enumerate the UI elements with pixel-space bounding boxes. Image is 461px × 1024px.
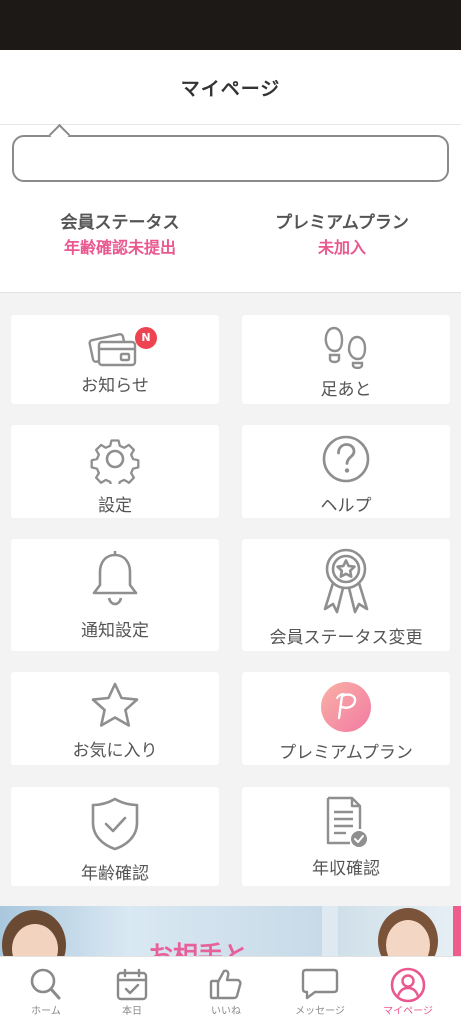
gear-icon — [90, 439, 140, 484]
tab-likes-label: いいね — [211, 1006, 241, 1017]
member-status-label: 会員ステータス — [60, 213, 180, 233]
tab-today[interactable]: 本日 — [86, 957, 178, 1024]
cards-icon — [88, 333, 137, 367]
menu-notification-settings[interactable]: 通知設定 — [11, 539, 219, 651]
menu-notices[interactable]: N お知らせ — [11, 315, 219, 404]
menu-member-status-change[interactable]: 会員ステータス変更 — [242, 539, 450, 651]
profile-section: 会員ステータス 年齢確認未提出 プレミアムプラン 未加入 — [0, 123, 461, 293]
member-status[interactable]: 会員ステータス 年齢確認未提出 — [10, 208, 230, 258]
question-icon — [322, 435, 370, 483]
menu-age-verification-label: 年齢確認 — [81, 864, 149, 884]
menu-member-status-change-label: 会員ステータス変更 — [269, 628, 423, 648]
premium-p-icon — [321, 682, 371, 732]
bubble-tail — [48, 123, 71, 146]
menu-favorites-label: お気に入り — [72, 741, 158, 761]
chat-bubble-icon — [301, 968, 339, 1000]
award-ribbon-icon — [323, 548, 369, 614]
banner-side-image[interactable] — [338, 906, 461, 956]
menu-help-label: ヘルプ — [320, 496, 372, 516]
menu-settings-label: 設定 — [98, 496, 132, 516]
menu-notification-settings-label: 通知設定 — [81, 621, 149, 641]
premium-status[interactable]: プレミアムプラン 未加入 — [232, 208, 452, 258]
footprints-icon — [324, 326, 367, 369]
banner-edge — [453, 906, 461, 956]
menu-income-verification-label: 年収確認 — [312, 859, 380, 879]
thumbs-up-icon — [209, 969, 242, 1000]
premium-status-label: プレミアムプラン — [275, 213, 409, 233]
bell-icon — [92, 551, 138, 606]
tab-mypage[interactable]: マイページ — [362, 957, 454, 1024]
premium-status-value: 未加入 — [317, 238, 366, 257]
banner-text: お相手と — [148, 941, 249, 956]
shield-check-icon — [91, 797, 139, 851]
calendar-icon — [116, 968, 148, 1001]
page-title: マイページ — [180, 77, 281, 100]
menu-settings[interactable]: 設定 — [11, 425, 219, 518]
menu-income-verification[interactable]: 年収確認 — [242, 787, 450, 886]
menu-help[interactable]: ヘルプ — [242, 425, 450, 518]
new-badge: N — [135, 327, 157, 349]
menu-premium-plan-label: プレミアムプラン — [279, 743, 413, 763]
tab-home-label: ホーム — [31, 1006, 61, 1017]
menu-age-verification[interactable]: 年齢確認 — [11, 787, 219, 886]
page-header: マイページ — [0, 50, 461, 125]
tab-today-label: 本日 — [122, 1006, 142, 1017]
banner-main-image[interactable]: お相手と — [0, 906, 322, 956]
menu-favorites[interactable]: お気に入り — [11, 672, 219, 765]
tab-messages[interactable]: メッセージ — [274, 957, 366, 1024]
menu-footprints-label: 足あと — [320, 380, 372, 400]
profile-icon — [390, 967, 426, 1003]
search-icon — [30, 968, 61, 1000]
member-status-value: 年齢確認未提出 — [63, 238, 176, 257]
document-check-icon — [326, 796, 367, 847]
tab-likes[interactable]: いいね — [180, 957, 272, 1024]
menu-premium-plan[interactable]: プレミアムプラン — [242, 672, 450, 765]
tab-bar: ホーム 本日 いいね メッセージ マイページ — [0, 956, 461, 1024]
menu-notices-label: お知らせ — [81, 376, 149, 396]
tab-mypage-label: マイページ — [383, 1006, 433, 1017]
tab-home[interactable]: ホーム — [0, 957, 92, 1024]
promo-banner[interactable]: お相手と — [0, 906, 461, 956]
message-bubble[interactable] — [12, 123, 449, 182]
tab-messages-label: メッセージ — [295, 1006, 345, 1017]
star-icon — [91, 682, 139, 727]
status-bar — [0, 0, 461, 50]
menu-footprints[interactable]: 足あと — [242, 315, 450, 404]
